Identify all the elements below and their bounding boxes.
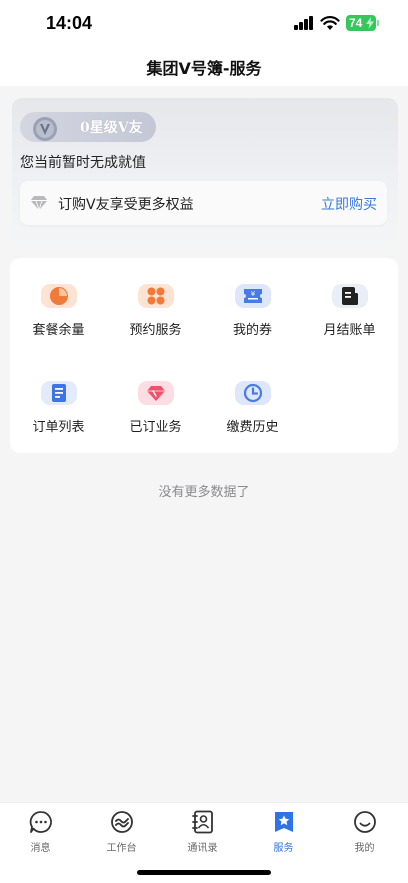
service-label: 我的券 — [232, 323, 272, 338]
charging-bolt-icon — [366, 17, 374, 29]
svg-text:¥: ¥ — [250, 290, 255, 298]
tab-label: 服务 — [273, 843, 294, 854]
service-subscribed[interactable]: 已订业务 — [107, 355, 204, 435]
level-badge-text: 0星级V友 — [80, 120, 143, 136]
wifi-icon — [320, 16, 340, 30]
tab-label: 工作台 — [106, 843, 137, 854]
gem-icon — [137, 381, 174, 405]
tab-label: 我的 — [354, 843, 375, 854]
level-badge: 0星级V友 — [20, 112, 156, 142]
service-package-balance[interactable]: 套餐余量 — [10, 258, 107, 338]
page-title: 集团V号簿-服务 — [146, 59, 262, 78]
tab-contacts[interactable]: 通讯录 — [162, 809, 243, 859]
tab-profile[interactable]: 我的 — [324, 809, 405, 859]
tab-messages[interactable]: 消息 — [0, 809, 81, 859]
member-card: 0星级V友 您当前暂时无成就值 订购V友享受更多权益 立即购买 — [12, 98, 398, 246]
service-monthly-bill[interactable]: 月结账单 — [301, 258, 398, 338]
diamond-icon — [30, 196, 48, 211]
status-bar: 14:04 74 — [0, 0, 408, 48]
v-shield-icon — [33, 117, 57, 141]
document-icon — [40, 381, 77, 405]
profile-smile-icon — [353, 811, 376, 833]
tab-workbench[interactable]: 工作台 — [81, 809, 162, 859]
grid-apps-icon — [137, 284, 174, 308]
service-payment-history[interactable]: 缴费历史 — [204, 355, 301, 435]
service-label: 套餐余量 — [32, 323, 85, 338]
tab-label: 消息 — [30, 843, 51, 854]
tab-label: 通讯录 — [187, 843, 218, 854]
service-order-list[interactable]: 订单列表 — [10, 355, 107, 435]
tab-services[interactable]: 服务 — [243, 809, 324, 859]
achievement-status: 您当前暂时无成就值 — [20, 155, 146, 171]
battery-tip — [377, 20, 379, 26]
promo-text: 订购V友享受更多权益 — [58, 197, 194, 213]
home-indicator — [137, 870, 271, 875]
nav-bar: 集团V号簿-服务 — [0, 48, 408, 86]
service-star-icon — [274, 812, 293, 832]
service-label: 缴费历史 — [226, 420, 279, 435]
buy-now-link[interactable]: 立即购买 — [321, 194, 377, 214]
service-appointment[interactable]: 预约服务 — [107, 258, 204, 338]
battery-level: 74 — [349, 16, 363, 30]
pie-chart-icon — [40, 284, 77, 308]
service-label: 订单列表 — [32, 420, 85, 435]
service-label: 已订业务 — [129, 420, 182, 435]
workbench-icon — [110, 811, 133, 833]
bill-icon — [331, 284, 368, 308]
status-time: 14:04 — [46, 13, 93, 33]
service-my-coupons[interactable]: ¥ 我的券 — [204, 258, 301, 338]
services-grid: 套餐余量 预约服务 ¥ 我的券 月结账单 订单列表 已订业务 缴费历史 — [10, 258, 398, 453]
promo-banner[interactable]: 订购V友享受更多权益 立即购买 — [20, 181, 387, 225]
cellular-signal-icon — [294, 16, 314, 30]
service-label: 预约服务 — [129, 323, 182, 338]
no-more-data-text: 没有更多数据了 — [158, 485, 250, 500]
coupon-icon: ¥ — [234, 284, 271, 308]
service-label: 月结账单 — [323, 323, 376, 338]
clock-icon — [234, 381, 271, 405]
contacts-icon — [191, 810, 213, 834]
battery-indicator: 74 — [346, 15, 379, 31]
message-icon — [29, 811, 52, 833]
